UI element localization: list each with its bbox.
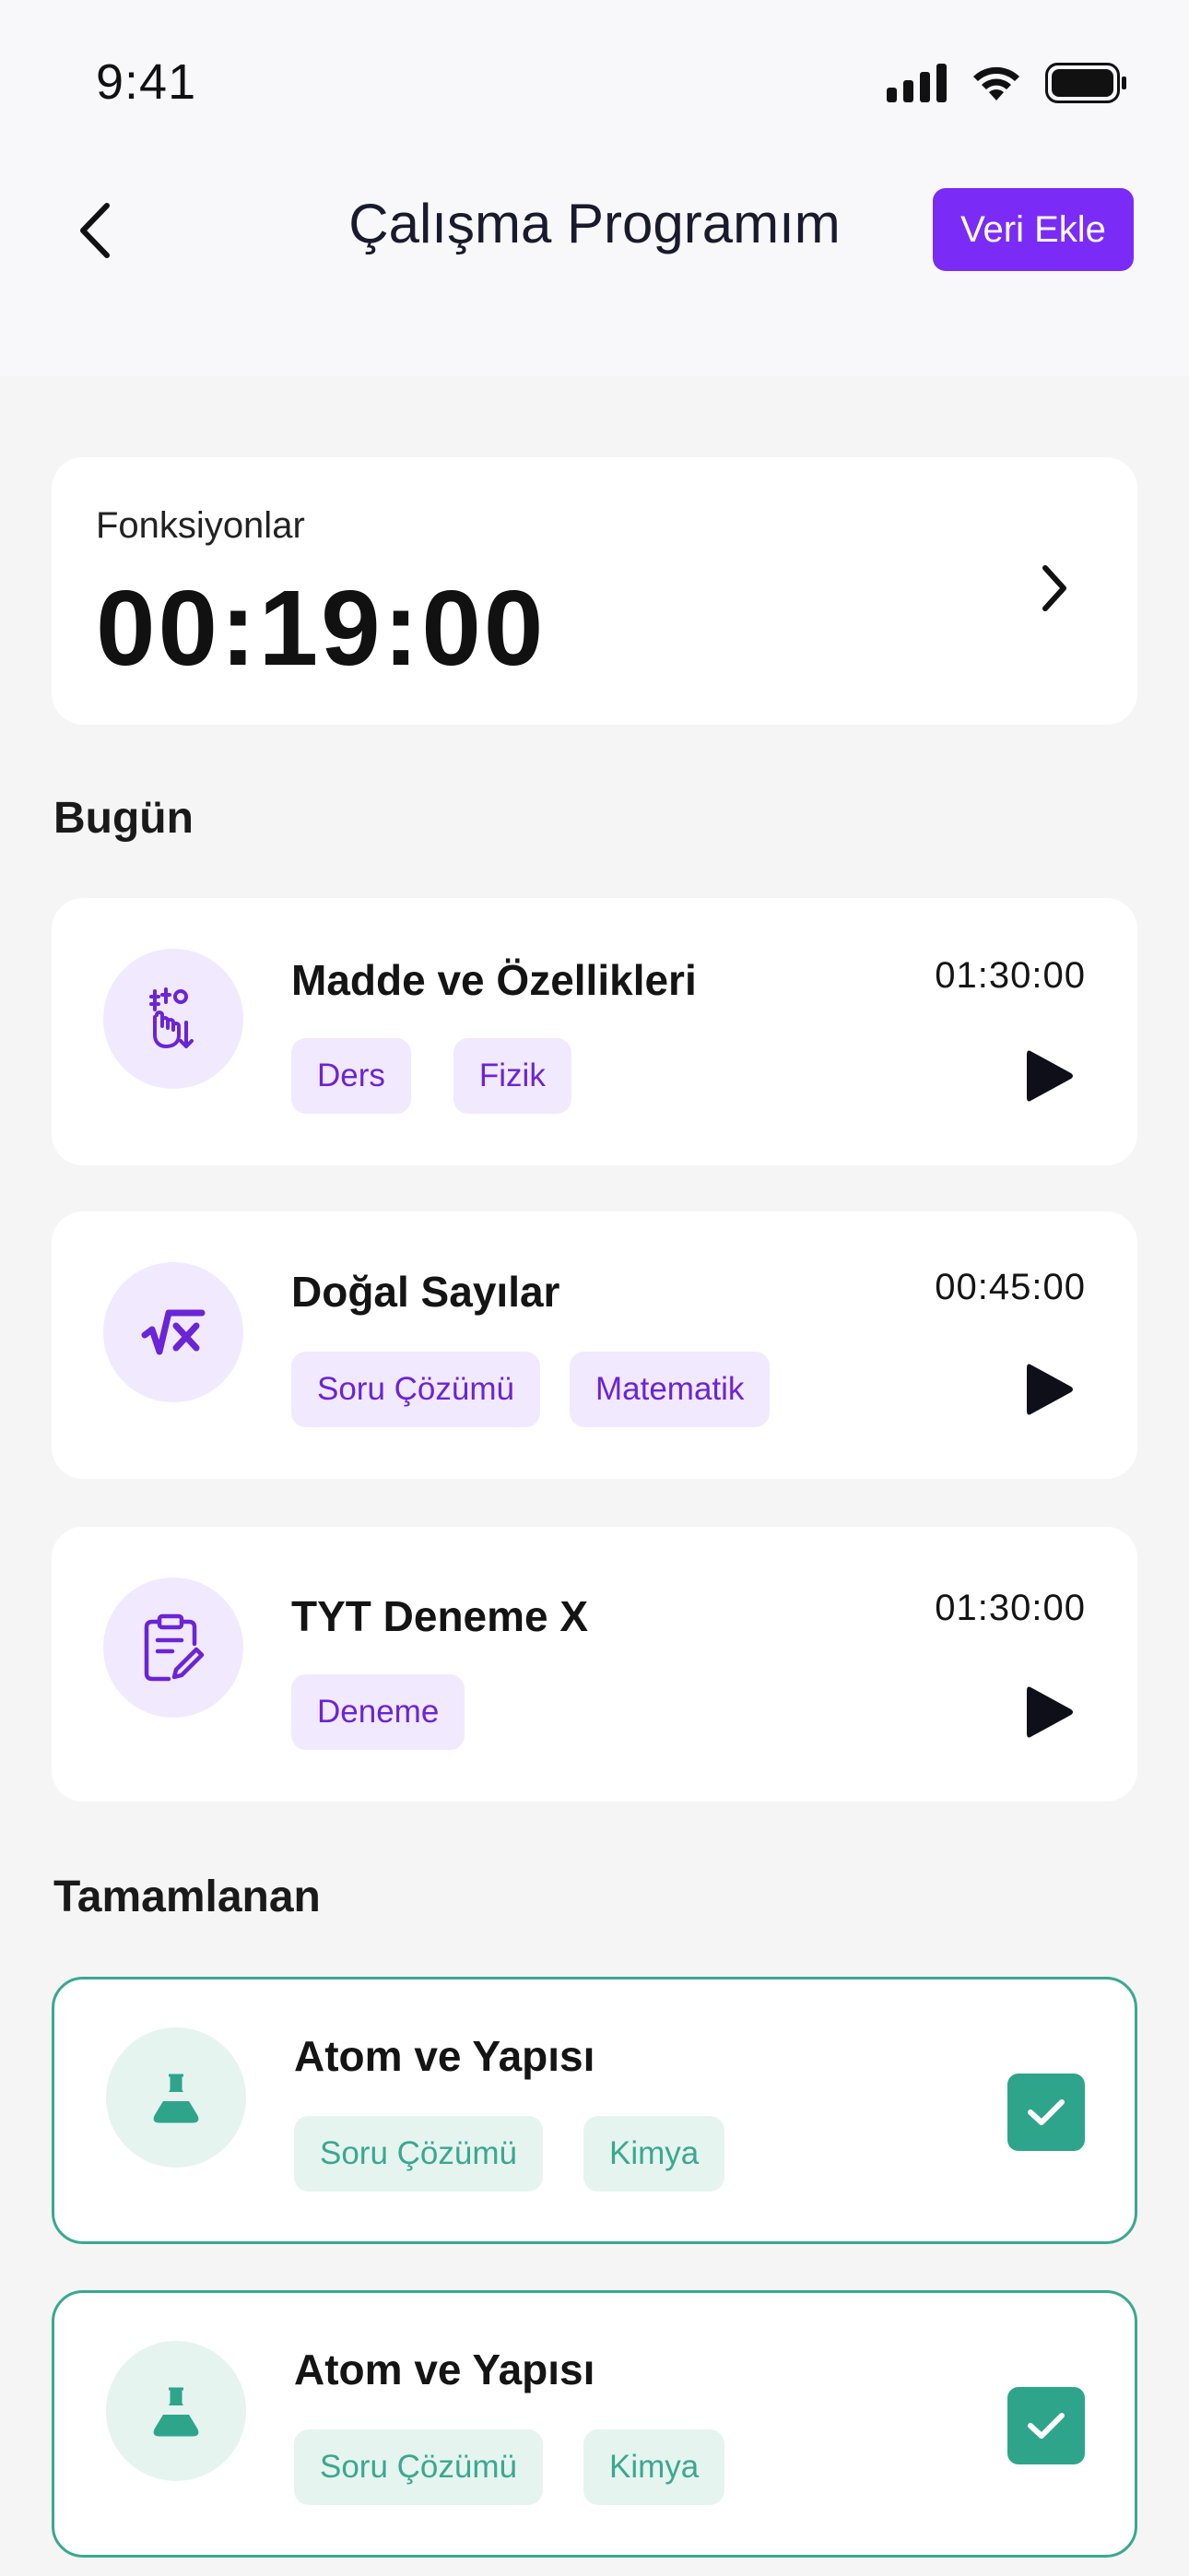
active-timer-card[interactable]: Fonksiyonlar 00:19:00 <box>52 457 1137 725</box>
task-icon-circle <box>106 2341 246 2481</box>
play-icon[interactable] <box>1025 1047 1075 1105</box>
status-time: 9:41 <box>96 54 197 110</box>
tag-type: Soru Çözümü <box>294 2116 543 2192</box>
task-title: TYT Deneme X <box>291 1592 589 1640</box>
task-duration: 01:30:00 <box>935 955 1086 996</box>
square-root-icon <box>141 1309 206 1355</box>
task-icon-circle <box>103 1578 243 1718</box>
task-title: Doğal Sayılar <box>291 1268 560 1316</box>
add-data-button[interactable]: Veri Ekle <box>933 188 1134 271</box>
app-header: 9:41 Çalışma Programım Veri Ekle <box>0 0 1189 376</box>
battery-icon <box>1045 63 1126 103</box>
task-card[interactable]: Madde ve Özellikleri 01:30:00 Ders Fizik <box>52 898 1137 1165</box>
timer-label: Fonksiyonlar <box>96 505 305 546</box>
task-card[interactable]: Doğal Sayılar 00:45:00 Soru Çözümü Matem… <box>52 1211 1137 1479</box>
completed-checkbox[interactable] <box>1007 2387 1085 2464</box>
tag-subject: Matematik <box>569 1352 771 1427</box>
section-title-today: Bugün <box>53 794 194 843</box>
task-duration: 01:30:00 <box>935 1588 1086 1628</box>
tag-type: Soru Çözümü <box>294 2429 543 2505</box>
tag-subject: Kimya <box>583 2429 725 2505</box>
flask-icon <box>153 2387 199 2437</box>
task-tags: Soru Çözümü Kimya <box>294 2116 725 2192</box>
completed-task-card[interactable]: Atom ve Yapısı Soru Çözümü Kimya <box>52 2290 1137 2558</box>
flask-icon <box>153 2074 199 2123</box>
task-tags: Ders Fizik <box>291 1038 571 1114</box>
task-tags: Deneme <box>291 1674 465 1750</box>
signal-icon <box>887 64 947 102</box>
task-icon-circle <box>106 2027 246 2168</box>
play-icon[interactable] <box>1025 1684 1075 1741</box>
task-title: Atom ve Yapısı <box>294 2032 595 2080</box>
status-icons <box>887 63 1128 103</box>
tag-subject: Fizik <box>453 1038 571 1114</box>
task-title: Atom ve Yapısı <box>294 2346 595 2393</box>
task-tags: Soru Çözümü Kimya <box>294 2429 725 2505</box>
wifi-icon <box>973 66 1019 100</box>
task-card[interactable]: TYT Deneme X 01:30:00 Deneme <box>52 1527 1137 1802</box>
section-title-completed: Tamamlanan <box>53 1873 321 1921</box>
task-icon-circle <box>103 949 243 1089</box>
play-icon[interactable] <box>1025 1361 1075 1418</box>
completed-checkbox[interactable] <box>1007 2074 1085 2151</box>
task-title: Madde ve Özellikleri <box>291 956 697 1004</box>
physics-hand-icon <box>149 987 194 1048</box>
chevron-right-icon <box>1042 565 1066 611</box>
completed-task-card[interactable]: Atom ve Yapısı Soru Çözümü Kimya <box>52 1977 1137 2244</box>
tag-type: Ders <box>291 1038 411 1114</box>
clipboard-edit-icon <box>144 1613 205 1682</box>
tag-type: Deneme <box>291 1674 465 1750</box>
tag-type: Soru Çözümü <box>291 1352 540 1427</box>
task-duration: 00:45:00 <box>935 1267 1086 1307</box>
task-icon-circle <box>103 1262 243 1402</box>
tag-subject: Kimya <box>583 2116 725 2192</box>
check-icon <box>1028 2099 1065 2125</box>
check-icon <box>1028 2413 1065 2439</box>
timer-value: 00:19:00 <box>96 568 547 688</box>
task-tags: Soru Çözümü Matematik <box>291 1352 771 1427</box>
